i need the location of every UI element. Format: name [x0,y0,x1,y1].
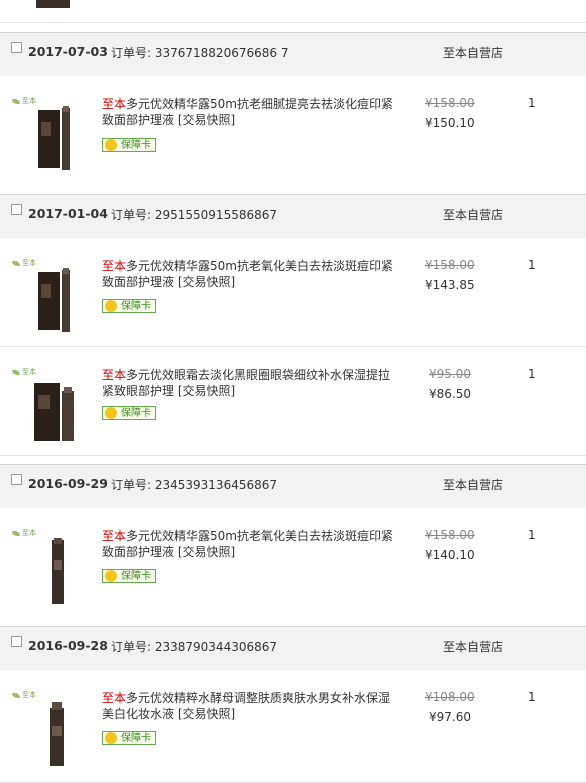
snapshot-link[interactable]: [交易快照] [178,707,235,721]
quantity: 1 [528,367,536,381]
badge-icon [105,407,117,419]
original-price: ¥108.00 [425,690,475,704]
guarantee-badge[interactable]: 保障卡 [102,731,156,745]
snapshot-link[interactable]: [交易快照] [178,545,235,559]
order-item: 至本 至本多元优效精华露50m抗老氧化美白去祛淡斑痘印紧致面部护理液 [交易快照… [0,238,586,347]
sale-price: ¥150.10 [425,116,475,130]
order-item: 至本 至本多元优效眼霜去淡化黑眼圈眼袋细纹补水保湿提拉紧致眼部护理 [交易快照]… [0,347,586,456]
sale-price: ¥97.60 [429,710,471,724]
order-group: 2016-09-28 订单号: 2338790344306867 至本自营店 至… [0,626,586,783]
product-title[interactable]: 至本多元优效眼霜去淡化黑眼圈眼袋细纹补水保湿提拉紧致眼部护理 [交易快照] [102,367,402,399]
order-checkbox[interactable] [11,636,22,647]
guarantee-badge[interactable]: 保障卡 [102,299,156,313]
badge-icon [105,732,117,744]
order-number: 订单号: 2345393136456867 [111,478,278,492]
order-date: 2016-09-28 [28,638,108,653]
order-date: 2017-01-04 [28,206,108,221]
shop-name[interactable]: 至本自营店 [443,44,503,61]
order-header: 2016-09-28 订单号: 2338790344306867 至本自营店 [0,626,586,670]
quantity: 1 [528,96,536,110]
badge-icon [105,570,117,582]
order-group: 2017-07-03 订单号: 3376718820676686 7 至本自营店… [0,32,586,195]
guarantee-badge[interactable]: 保障卡 [102,138,156,152]
product-title[interactable]: 至本多元优效精华露50m抗老氧化美白去祛淡斑痘印紧致面部护理液 [交易快照] [102,528,402,560]
snapshot-link[interactable]: [交易快照] [178,275,235,289]
order-checkbox[interactable] [11,474,22,485]
order-number: 订单号: 2338790344306867 [111,640,278,654]
product-thumbnail[interactable] [28,104,88,174]
sale-price: ¥140.10 [425,548,475,562]
order-number: 订单号: 3376718820676686 7 [111,46,289,60]
original-price: ¥158.00 [425,528,475,542]
shop-name[interactable]: 至本自营店 [443,476,503,493]
product-thumbnail [36,0,70,8]
order-group: 2016-09-29 订单号: 2345393136456867 至本自营店 至… [0,464,586,627]
snapshot-link[interactable]: [交易快照] [178,384,235,398]
quantity: 1 [528,690,536,704]
previous-item-remnant [0,0,586,23]
product-title[interactable]: 至本多元优效精华露50m抗老细腻提亮去祛淡化痘印紧致面部护理液 [交易快照] [102,96,402,128]
order-checkbox[interactable] [11,204,22,215]
order-item: 至本 至本多元优效精华露50m抗老氧化美白去祛淡斑痘印紧致面部护理液 [交易快照… [0,508,586,627]
order-checkbox[interactable] [11,42,22,53]
original-price: ¥158.00 [425,258,475,272]
snapshot-link[interactable]: [交易快照] [178,113,235,127]
order-header: 2017-07-03 订单号: 3376718820676686 7 至本自营店 [0,32,586,76]
product-title[interactable]: 至本多元优效精华露50m抗老氧化美白去祛淡斑痘印紧致面部护理液 [交易快照] [102,258,402,290]
shop-name[interactable]: 至本自营店 [443,638,503,655]
order-item: 至本 至本多元优效精华露50m抗老细腻提亮去祛淡化痘印紧致面部护理液 [交易快照… [0,76,586,195]
product-thumbnail[interactable] [28,536,88,606]
original-price: ¥158.00 [425,96,475,110]
sale-price: ¥143.85 [425,278,475,292]
product-title[interactable]: 至本多元优效精粹水酵母调整肤质爽肤水男女补水保湿美白化妆水液 [交易快照] [102,690,402,722]
order-date: 2017-07-03 [28,44,108,59]
product-thumbnail[interactable] [28,698,88,768]
badge-icon [105,139,117,151]
sale-price: ¥86.50 [429,387,471,401]
order-group: 2017-01-04 订单号: 2951550915586867 至本自营店 至… [0,194,586,456]
order-date: 2016-09-29 [28,476,108,491]
original-price: ¥95.00 [429,367,471,381]
order-number: 订单号: 2951550915586867 [111,208,278,222]
guarantee-badge[interactable]: 保障卡 [102,569,156,583]
badge-icon [105,300,117,312]
quantity: 1 [528,528,536,542]
order-item: 至本 至本多元优效精粹水酵母调整肤质爽肤水男女补水保湿美白化妆水液 [交易快照]… [0,670,586,783]
product-thumbnail[interactable] [28,375,88,445]
quantity: 1 [528,258,536,272]
shop-name[interactable]: 至本自营店 [443,206,503,223]
product-thumbnail[interactable] [28,266,88,336]
order-header: 2017-01-04 订单号: 2951550915586867 至本自营店 [0,194,586,238]
order-header: 2016-09-29 订单号: 2345393136456867 至本自营店 [0,464,586,508]
guarantee-badge[interactable]: 保障卡 [102,406,156,420]
